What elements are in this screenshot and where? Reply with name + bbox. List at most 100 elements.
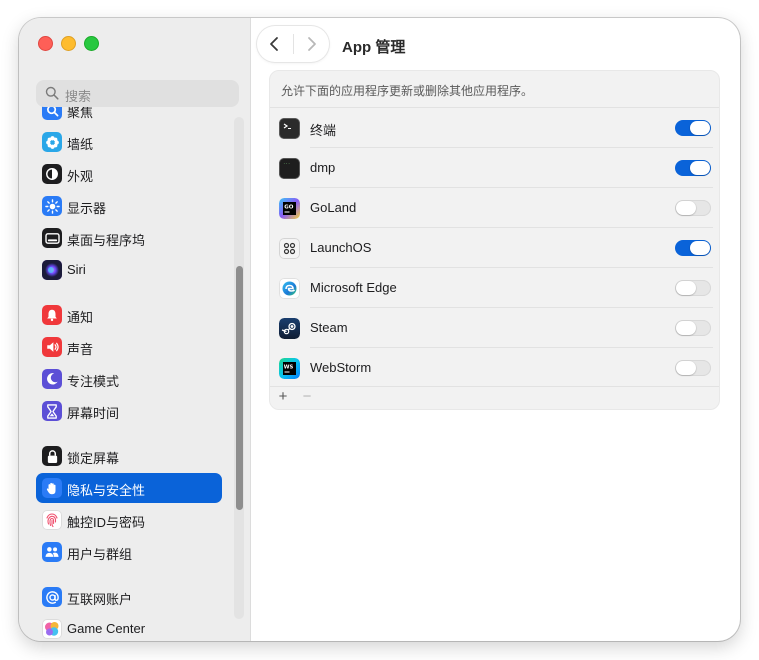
sidebar-item[interactable]: 互联网账户 — [36, 582, 222, 612]
webstorm-icon: WS — [279, 358, 300, 379]
steam-icon — [279, 318, 300, 339]
svg-text:···: ··· — [283, 161, 290, 166]
sidebar-item-label: 锁定屏幕 — [67, 451, 120, 466]
svg-text:GO: GO — [284, 205, 294, 211]
wallpaper-icon — [42, 132, 62, 152]
sidebar-item[interactable]: 通知 — [36, 300, 222, 330]
app-row: 终端 — [270, 108, 721, 148]
sidebar-nav: 聚焦 墙纸 外观 显示器 桌面与程序坞 Siri 通知 声音 专注模式 屏幕时间 锁定屏幕 隐私与安全… — [36, 18, 242, 641]
settings-window: 聚焦 墙纸 外观 显示器 桌面与程序坞 Siri 通知 声音 专注模式 屏幕时间 锁定屏幕 隐私与安全… — [19, 18, 740, 641]
sidebar-item[interactable]: 隐私与安全性 — [36, 473, 222, 503]
sidebar-item-label: 屏幕时间 — [67, 406, 120, 421]
sidebar-item[interactable]: 用户与群组 — [36, 537, 222, 567]
svg-text:WS: WS — [284, 365, 294, 371]
toggle-knob — [676, 201, 696, 215]
sidebar-item[interactable]: 外观 — [36, 159, 222, 189]
sidebar-item[interactable]: 专注模式 — [36, 364, 222, 394]
sidebar-item-label: 通知 — [67, 310, 94, 325]
sidebar-item[interactable]: 触控ID与密码 — [36, 505, 222, 535]
users-icon — [42, 542, 62, 562]
sidebar-item-label: Siri — [67, 262, 86, 277]
sidebar-item-label: 互联网账户 — [67, 592, 133, 607]
sidebar: 聚焦 墙纸 外观 显示器 桌面与程序坞 Siri 通知 声音 专注模式 屏幕时间 锁定屏幕 隐私与安全… — [19, 18, 251, 641]
appearance-icon — [42, 164, 62, 184]
toggle-knob — [676, 361, 696, 375]
sidebar-item[interactable]: Siri — [36, 255, 222, 285]
sidebar-item-label: 隐私与安全性 — [67, 483, 146, 498]
app-toggle[interactable] — [675, 280, 711, 296]
siri-icon — [42, 260, 62, 280]
edge-icon — [279, 278, 300, 299]
terminal-icon — [279, 118, 300, 139]
app-name: WebStorm — [310, 360, 372, 375]
page-title: App 管理 — [342, 39, 406, 56]
app-row: WS WebStorm — [270, 348, 721, 388]
game-center-icon — [42, 619, 62, 639]
sidebar-item-label: 桌面与程序坞 — [67, 233, 146, 248]
list-footer: + − — [270, 386, 719, 409]
app-name: GoLand — [310, 200, 357, 215]
fingerprint-icon — [42, 510, 62, 530]
display-icon — [42, 196, 62, 216]
toggle-knob — [690, 241, 710, 255]
sidebar-item[interactable]: 屏幕时间 — [36, 396, 222, 426]
app-row: LaunchOS — [270, 228, 721, 268]
dock-icon — [42, 228, 62, 248]
toggle-knob — [690, 121, 710, 135]
sidebar-item[interactable]: 墙纸 — [36, 127, 222, 157]
app-name: Microsoft Edge — [310, 280, 397, 295]
panel-description: 允许下面的应用程序更新或删除其他应用程序。 — [281, 84, 534, 98]
lock-screen-icon — [42, 446, 62, 466]
app-management-panel: 允许下面的应用程序更新或删除其他应用程序。 终端 ··· dmp GO GoLand La… — [269, 70, 720, 410]
privacy-hand-icon — [42, 478, 62, 498]
launchos-icon — [279, 238, 300, 259]
screen-time-icon — [42, 401, 62, 421]
app-toggle[interactable] — [675, 200, 711, 216]
sidebar-item[interactable]: 声音 — [36, 332, 222, 362]
focus-moon-icon — [42, 369, 62, 389]
dmp-icon: ··· — [279, 158, 300, 179]
back-chevron-icon[interactable] — [266, 35, 284, 53]
toggle-knob — [676, 321, 696, 335]
nav-divider — [293, 34, 294, 54]
search-icon — [45, 86, 59, 100]
sidebar-item[interactable]: 显示器 — [36, 191, 222, 221]
app-toggle[interactable] — [675, 120, 711, 136]
search-field[interactable]: 搜索 — [36, 80, 239, 107]
sidebar-scrollbar-thumb[interactable] — [236, 266, 243, 510]
search-placeholder: 搜索 — [65, 89, 92, 104]
sidebar-item-label: 外观 — [67, 169, 94, 184]
goland-icon: GO — [279, 198, 300, 219]
app-toggle[interactable] — [675, 320, 711, 336]
navigation-buttons — [257, 26, 329, 62]
app-row: Steam — [270, 308, 721, 348]
app-toggle[interactable] — [675, 240, 711, 256]
app-row: GO GoLand — [270, 188, 721, 228]
sidebar-item[interactable]: Game Center — [36, 614, 222, 641]
app-name: 终端 — [310, 123, 337, 138]
sidebar-item-label: 触控ID与密码 — [67, 515, 146, 530]
sound-icon — [42, 337, 62, 357]
sidebar-item-label: 专注模式 — [67, 374, 120, 389]
app-name: LaunchOS — [310, 240, 372, 255]
app-toggle[interactable] — [675, 160, 711, 176]
remove-app-button[interactable]: − — [300, 388, 314, 405]
sidebar-item-label: 用户与群组 — [67, 547, 133, 562]
app-name: dmp — [310, 160, 336, 175]
sidebar-item-label: 显示器 — [67, 201, 107, 216]
sidebar-item-label: Game Center — [67, 621, 146, 636]
notifications-icon — [42, 305, 62, 325]
sidebar-item[interactable]: 桌面与程序坞 — [36, 223, 222, 253]
add-app-button[interactable]: + — [276, 388, 290, 405]
internet-accounts-icon — [42, 587, 62, 607]
toggle-knob — [676, 281, 696, 295]
app-toggle[interactable] — [675, 360, 711, 376]
sidebar-item[interactable]: 锁定屏幕 — [36, 441, 222, 471]
forward-chevron-icon[interactable] — [302, 35, 320, 53]
app-name: Steam — [310, 320, 348, 335]
toggle-knob — [690, 161, 710, 175]
sidebar-item-label: 声音 — [67, 342, 94, 357]
app-row: Microsoft Edge — [270, 268, 721, 308]
sidebar-item-label: 墙纸 — [67, 137, 94, 152]
app-row: ··· dmp — [270, 148, 721, 188]
